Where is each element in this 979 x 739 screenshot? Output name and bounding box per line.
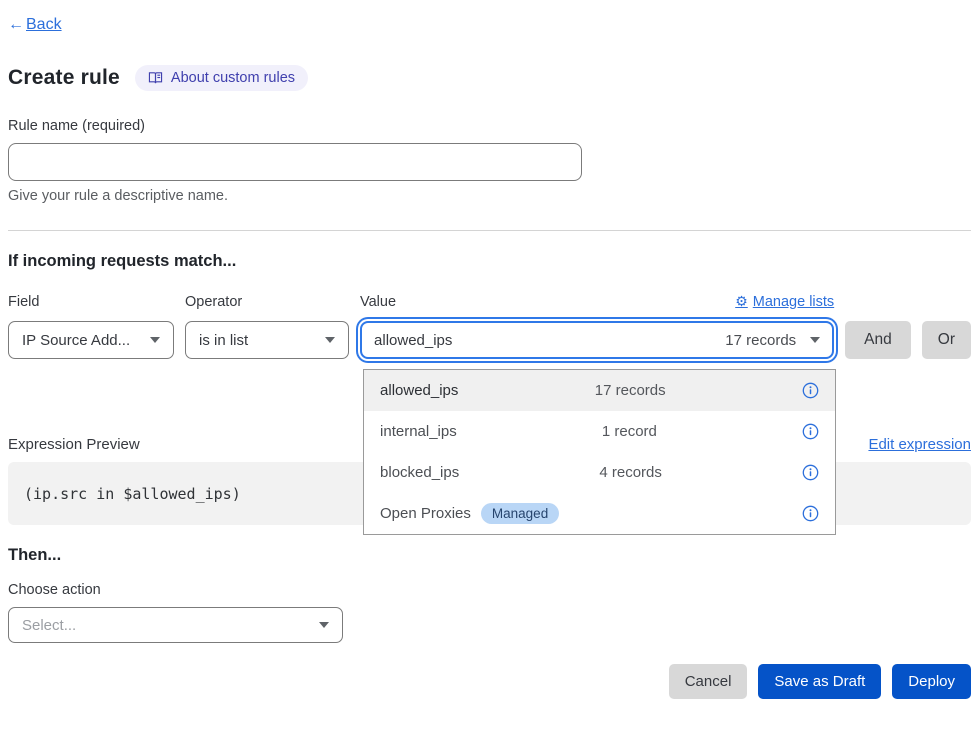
operator-column: Operator is in list [185, 294, 349, 359]
back-label: Back [26, 16, 62, 33]
value-combobox-meta-group: 17 records [725, 332, 820, 349]
then-heading: Then... [8, 546, 971, 565]
list-option[interactable]: internal_ips 1 record [364, 411, 835, 452]
operator-label: Operator [185, 294, 349, 310]
expression-code: (ip.src in $allowed_ips) [24, 485, 241, 503]
page-title: Create rule [8, 66, 120, 90]
match-row: Field IP Source Add... Operator is in li… [8, 293, 971, 359]
about-badge-label: About custom rules [171, 70, 295, 86]
value-label: Value [360, 294, 396, 310]
field-column: Field IP Source Add... [8, 294, 174, 359]
value-header: Value ⚙ Manage lists [360, 293, 834, 310]
info-icon[interactable] [802, 382, 819, 399]
operator-select[interactable]: is in list [185, 321, 349, 359]
rule-name-label: Rule name (required) [8, 118, 971, 134]
list-option-records: 4 records [599, 464, 662, 481]
info-icon[interactable] [802, 423, 819, 440]
book-icon [148, 71, 163, 85]
match-heading: If incoming requests match... [8, 252, 971, 271]
footer-actions: Cancel Save as Draft Deploy [8, 664, 971, 699]
chevron-down-icon [319, 622, 329, 628]
or-button[interactable]: Or [922, 321, 971, 359]
chevron-down-icon [325, 337, 335, 343]
list-option-name: internal_ips [380, 423, 457, 440]
back-row: ←Back [8, 16, 971, 34]
info-icon[interactable] [802, 464, 819, 481]
field-select[interactable]: IP Source Add... [8, 321, 174, 359]
list-option-name: Open Proxies [380, 505, 471, 522]
value-column: Value ⚙ Manage lists allowed_ips 17 recor… [360, 293, 834, 359]
rule-name-helper: Give your rule a descriptive name. [8, 188, 971, 204]
action-select-placeholder: Select... [22, 617, 76, 634]
value-combobox-records: 17 records [725, 332, 796, 349]
title-row: Create rule About custom rules [8, 65, 971, 91]
list-option-name: allowed_ips [380, 382, 458, 399]
field-label: Field [8, 294, 174, 310]
chevron-down-icon [150, 337, 160, 343]
and-button[interactable]: And [845, 321, 911, 359]
list-option-name: blocked_ips [380, 464, 459, 481]
cancel-button[interactable]: Cancel [669, 664, 748, 699]
chevron-down-icon [810, 337, 820, 343]
info-icon[interactable] [802, 505, 819, 522]
manage-lists-label: Manage lists [753, 294, 834, 310]
list-option-records: 1 record [602, 423, 657, 440]
gear-icon: ⚙ [735, 293, 748, 310]
save-as-draft-button[interactable]: Save as Draft [758, 664, 881, 699]
operator-select-value: is in list [199, 332, 248, 349]
list-option[interactable]: allowed_ips 17 records [364, 370, 835, 411]
section-divider [8, 230, 971, 231]
about-custom-rules-badge[interactable]: About custom rules [135, 65, 308, 91]
value-combobox[interactable]: allowed_ips 17 records [360, 321, 834, 359]
deploy-button[interactable]: Deploy [892, 664, 971, 699]
list-option[interactable]: Open Proxies Managed [364, 493, 835, 534]
create-rule-page: ←Back Create rule About custom rules Rul… [0, 0, 979, 739]
managed-badge: Managed [481, 503, 559, 524]
back-link[interactable]: ←Back [8, 16, 62, 33]
value-combobox-selected: allowed_ips [374, 332, 452, 349]
rule-name-input[interactable] [8, 143, 582, 181]
edit-expression-link[interactable]: Edit expression [868, 436, 971, 453]
choose-action-label: Choose action [8, 582, 971, 598]
field-select-value: IP Source Add... [22, 332, 130, 349]
value-listbox: allowed_ips 17 records internal_ips 1 re… [363, 369, 836, 535]
back-arrow-icon: ← [8, 16, 24, 34]
expression-preview-label: Expression Preview [8, 436, 140, 453]
action-select[interactable]: Select... [8, 607, 343, 643]
list-option[interactable]: blocked_ips 4 records [364, 452, 835, 493]
list-option-records: 17 records [595, 382, 666, 399]
manage-lists-link[interactable]: ⚙ Manage lists [735, 293, 834, 310]
